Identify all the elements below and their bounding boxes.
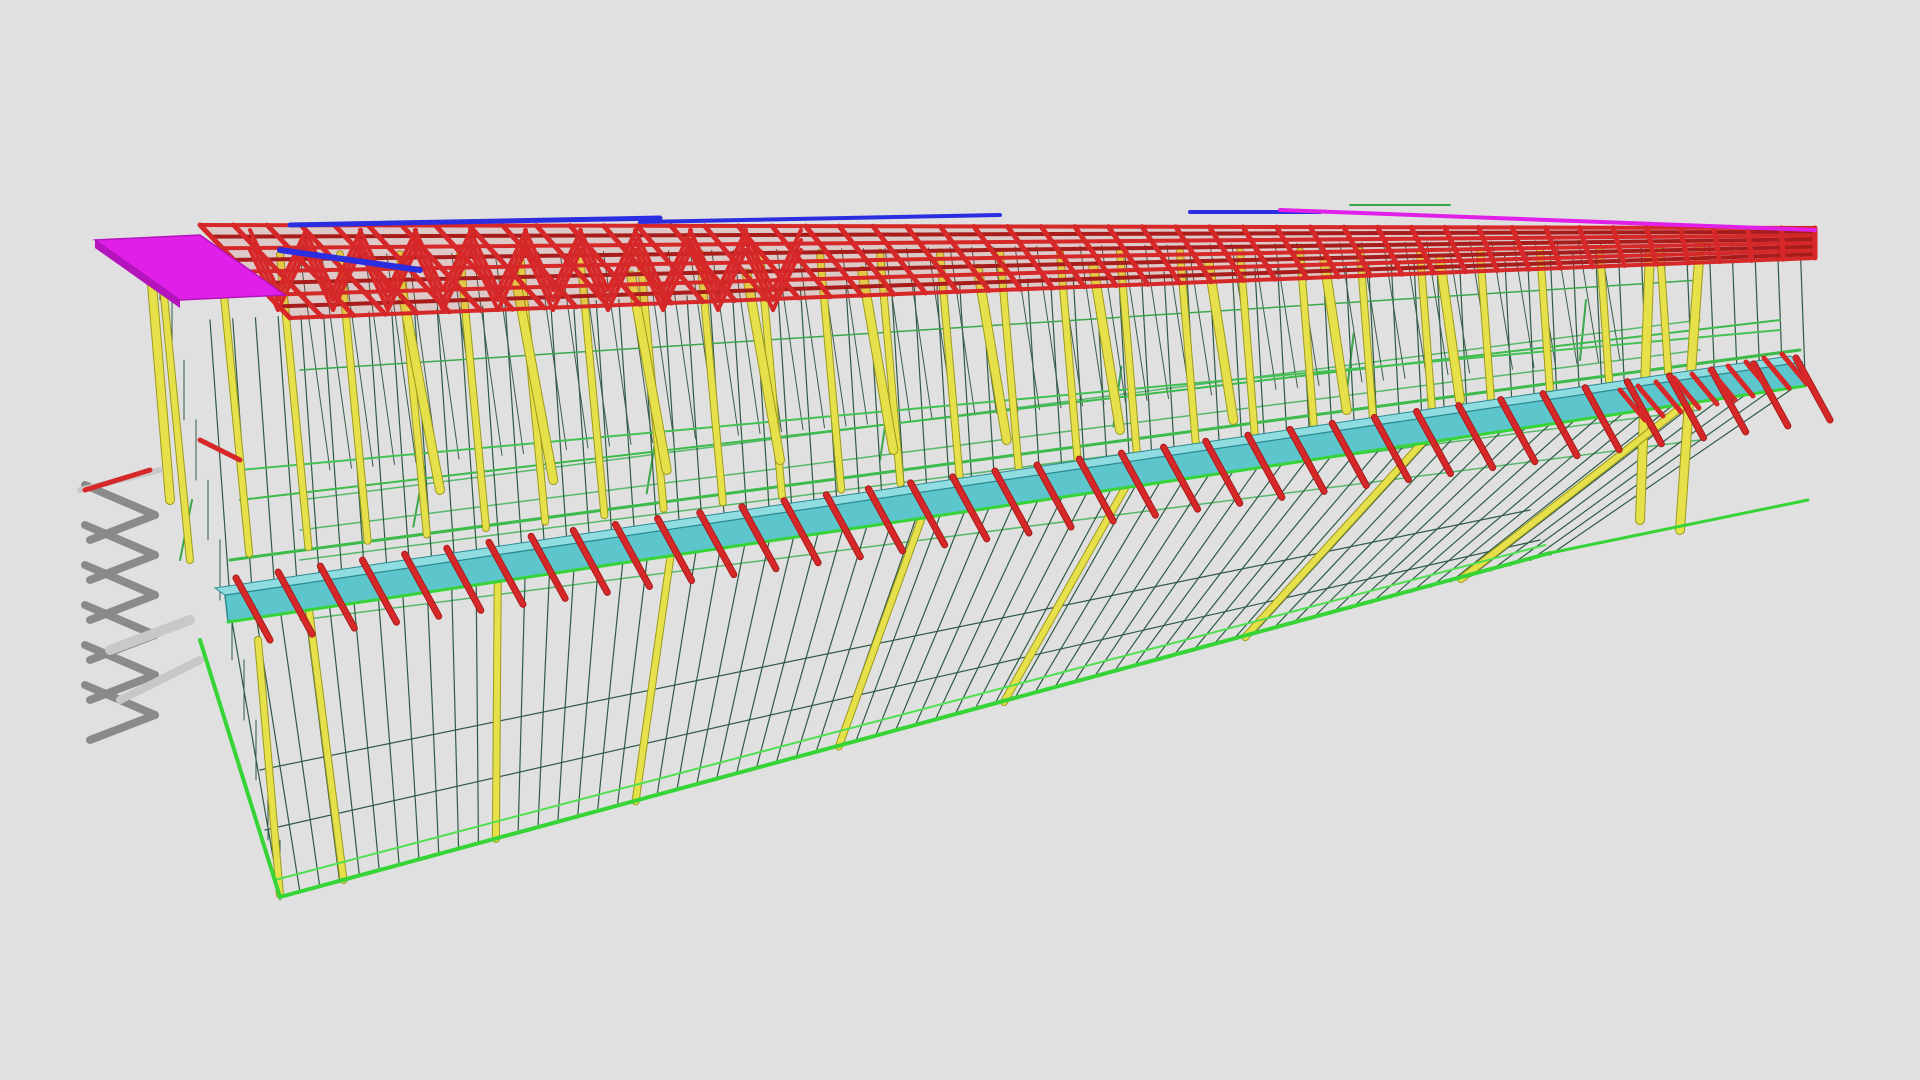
girt-line [322,313,344,585]
girt-line [254,317,276,595]
girt-line [475,573,480,845]
girt-line [1192,444,1363,652]
girt-line [775,519,846,765]
girt-line [1617,248,1626,402]
girt-line [1504,254,1514,418]
girt-line [696,533,748,786]
girt-line [1708,243,1716,389]
column [1089,262,1124,434]
blue-truss [638,213,1002,224]
girt-line [1390,259,1401,434]
column [305,605,347,883]
girt-line [426,580,440,855]
stair-flight [81,481,159,519]
column [632,549,674,805]
girt-line [894,497,994,732]
girt-line [537,562,551,829]
base-rail [278,551,1552,899]
green-base-rails [198,384,1810,899]
girt-line [676,537,723,791]
girt-line [577,555,600,818]
truss-member [1778,225,1786,262]
girt-line [377,587,400,866]
girt-line [450,577,460,850]
floor-line [1579,299,1587,361]
column [1204,260,1238,424]
column [217,251,253,557]
structural-model-3d[interactable] [0,0,1920,1080]
stair-red-beam [82,467,153,493]
column [492,576,501,842]
girt-line [1572,250,1581,408]
column [1320,258,1351,414]
bracket [1793,355,1833,423]
3d-viewport[interactable] [0,0,1920,1080]
girt-line [401,584,420,861]
stair-flight [86,711,159,744]
girt-line [352,591,380,871]
